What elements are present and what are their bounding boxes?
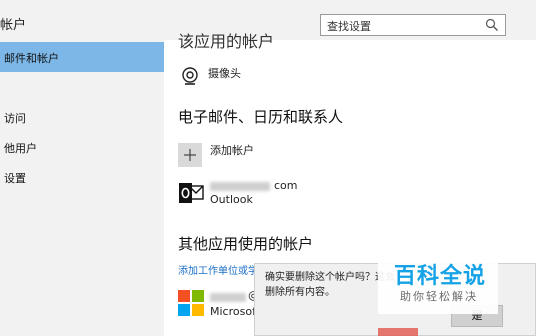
sidebar-item-work-access[interactable]: 访问 xyxy=(0,102,164,132)
sidebar-item-label: 邮件和帐户 xyxy=(4,52,59,65)
add-account-button[interactable] xyxy=(178,143,202,167)
sidebar-item-other-users[interactable]: 他用户 xyxy=(0,132,164,162)
redacted-email xyxy=(210,293,246,302)
plus-icon xyxy=(184,149,196,161)
add-account-label[interactable]: 添加帐户 xyxy=(210,142,254,158)
section-heading-app-accounts: 该应用的帐户 xyxy=(178,32,275,51)
section-heading-other-apps: 其他应用使用的帐户 xyxy=(178,235,314,253)
microsoft-provider[interactable]: Microsoft xyxy=(210,305,260,318)
section-heading-email: 电子邮件、日历和联系人 xyxy=(178,108,344,126)
annotation-mark xyxy=(378,328,418,336)
sidebar-item-your-info[interactable] xyxy=(0,72,164,102)
outlook-icon xyxy=(179,183,204,203)
sidebar-item-label: 访问 xyxy=(4,112,26,125)
sidebar-item-sync-settings[interactable]: 设置 xyxy=(0,162,164,192)
redacted-email xyxy=(210,182,270,191)
outlook-email-suffix: com xyxy=(274,179,298,192)
dialog-message: 确实要删除这个帐户吗？这会删除所有内容。 xyxy=(265,272,395,298)
sidebar-item-label: 他用户 xyxy=(4,142,37,155)
outlook-provider[interactable]: Outlook xyxy=(210,193,253,206)
sidebar-item-email-accounts[interactable]: 邮件和帐户 xyxy=(0,42,164,72)
watermark: 百科全说 助你轻松解决 xyxy=(378,254,498,314)
watermark-title: 百科全说 xyxy=(394,264,487,289)
sidebar: 邮件和帐户 访问 他用户 设置 xyxy=(0,40,164,336)
camera-label[interactable]: 摄像头 xyxy=(208,65,241,81)
search-placeholder: 查找设置 xyxy=(327,20,371,33)
search-icon[interactable] xyxy=(485,18,499,32)
microsoft-icon xyxy=(178,290,204,316)
sidebar-item-label: 设置 xyxy=(4,172,26,185)
watermark-subtitle: 助你轻松解决 xyxy=(400,290,478,303)
page-title: 帐户 xyxy=(0,18,27,33)
camera-icon xyxy=(182,67,198,85)
search-input[interactable]: 查找设置 xyxy=(320,14,506,36)
